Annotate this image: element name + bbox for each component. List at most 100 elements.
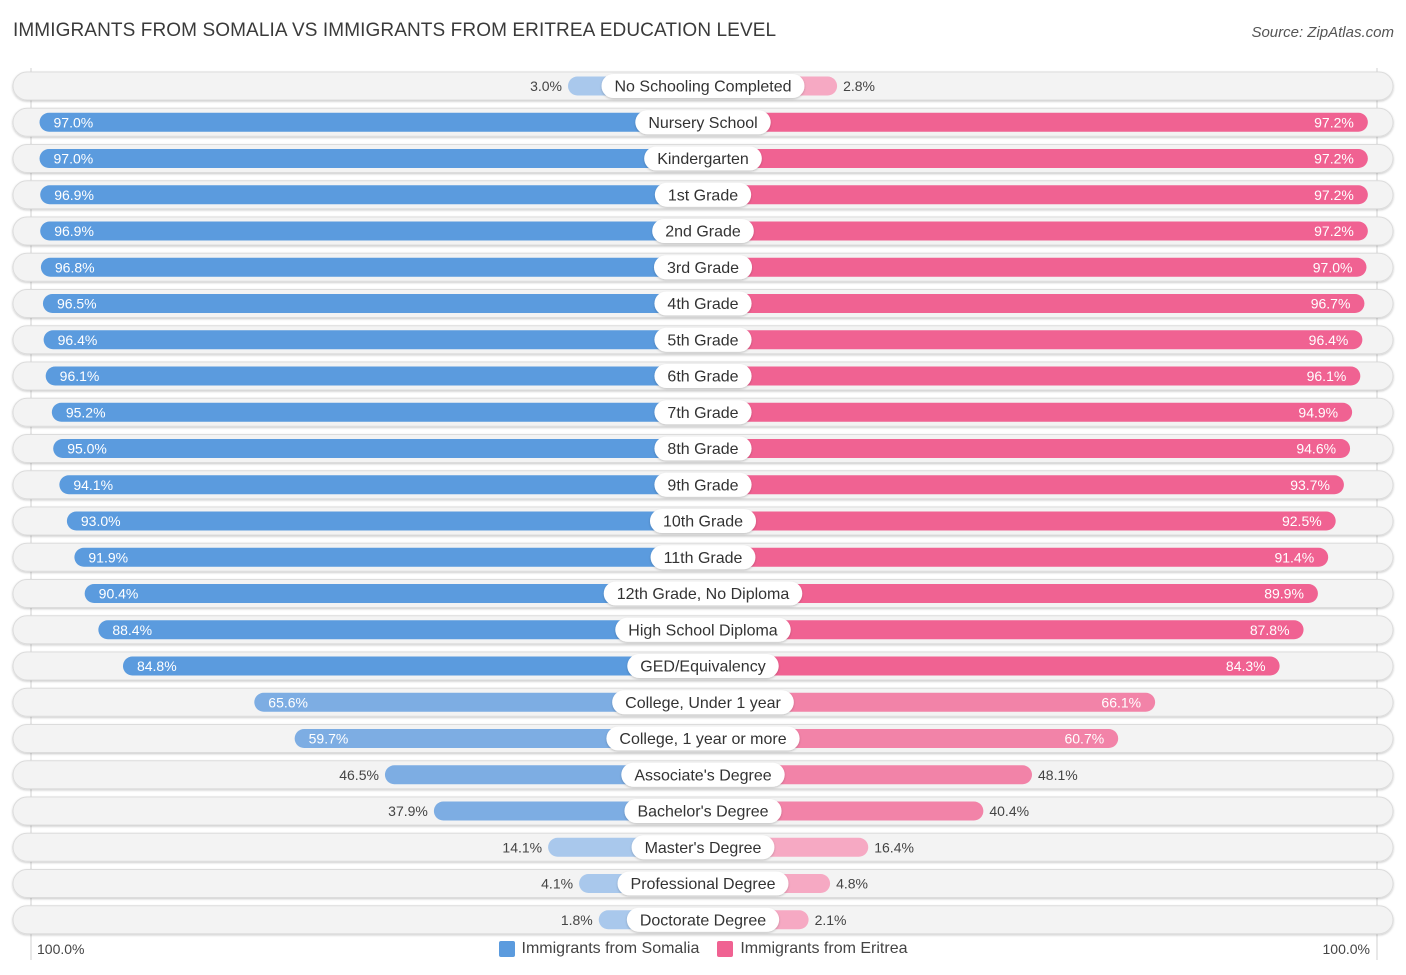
- category-label: Bachelor's Degree: [637, 804, 768, 821]
- bar-row[interactable]: 96.8% 97.0% 3rd Grade: [12, 252, 1394, 282]
- category-label: 11th Grade: [664, 550, 743, 567]
- bar-row[interactable]: 59.7% 60.7% College, 1 year or more: [12, 724, 1394, 753]
- legend-item-eritrea[interactable]: Immigrants from Eritrea: [717, 940, 907, 958]
- category-label: High School Diploma: [628, 622, 778, 639]
- value-label-eritrea: 93.7%: [1290, 477, 1330, 493]
- bar-row[interactable]: 4.1% 4.8% Professional Degree: [12, 869, 1394, 898]
- value-label-somalia: 95.0%: [67, 441, 107, 457]
- bar-eritrea: [703, 402, 1353, 422]
- value-label-eritrea: 60.7%: [1064, 731, 1104, 747]
- value-label-somalia: 37.9%: [388, 803, 428, 819]
- bar-row[interactable]: 14.1% 16.4% Master's Degree: [12, 832, 1394, 862]
- value-label-somalia: 97.0%: [54, 151, 94, 167]
- value-label-eritrea: 87.8%: [1250, 622, 1290, 638]
- category-label: 4th Grade: [667, 296, 738, 313]
- value-label-eritrea: 97.2%: [1314, 151, 1354, 167]
- bar-row[interactable]: 95.0% 94.6% 8th Grade: [12, 434, 1394, 463]
- value-label-somalia: 96.8%: [55, 259, 95, 275]
- bar-row[interactable]: 96.4% 96.4% 5th Grade: [12, 325, 1394, 355]
- bar-somalia: [39, 112, 703, 132]
- bar-somalia: [42, 294, 703, 313]
- value-label-eritrea: 66.1%: [1101, 694, 1141, 710]
- category-label: 12th Grade, No Diploma: [617, 586, 790, 603]
- legend-item-somalia[interactable]: Immigrants from Somalia: [498, 940, 699, 958]
- chart-plot: 3.0% 2.8% No Schooling Completed 97.0% 97.2%…: [12, 68, 1394, 960]
- value-label-somalia: 88.4%: [112, 622, 152, 638]
- value-label-eritrea: 91.4%: [1274, 549, 1314, 565]
- value-label-eritrea: 40.4%: [989, 803, 1029, 819]
- bar-row[interactable]: 96.1% 96.1% 6th Grade: [12, 361, 1394, 391]
- category-label: College, Under 1 year: [625, 695, 781, 712]
- category-label: Professional Degree: [631, 876, 776, 893]
- value-label-eritrea: 16.4%: [874, 839, 914, 855]
- value-label-somalia: 96.5%: [57, 296, 97, 312]
- category-label: 5th Grade: [667, 332, 738, 349]
- bar-eritrea: [703, 620, 1304, 640]
- value-label-somalia: 93.0%: [81, 513, 121, 529]
- value-label-eritrea: 48.1%: [1038, 767, 1078, 783]
- legend: Immigrants from Somalia Immigrants from …: [0, 940, 1406, 958]
- legend-swatch-eritrea: [717, 941, 734, 957]
- bar-somalia: [74, 547, 704, 567]
- value-label-eritrea: 2.8%: [843, 78, 875, 94]
- value-label-somalia: 59.7%: [309, 731, 349, 747]
- bar-somalia: [40, 257, 703, 277]
- bar-eritrea: [703, 257, 1367, 277]
- bar-somalia: [45, 366, 703, 386]
- bar-row[interactable]: 37.9% 40.4% Bachelor's Degree: [12, 796, 1394, 826]
- value-label-somalia: 91.9%: [88, 549, 128, 565]
- value-label-somalia: 96.4%: [58, 332, 98, 348]
- bar-row[interactable]: 84.8% 84.3% GED/Equivalency: [12, 651, 1394, 681]
- category-label: Kindergarten: [657, 151, 749, 168]
- category-label: Nursery School: [648, 115, 757, 132]
- bar-row[interactable]: 95.2% 94.9% 7th Grade: [12, 397, 1394, 427]
- value-label-eritrea: 94.6%: [1296, 441, 1336, 457]
- value-label-somalia: 96.1%: [60, 368, 100, 384]
- bar-eritrea: [703, 439, 1351, 458]
- value-label-somalia: 4.1%: [541, 876, 573, 892]
- value-label-eritrea: 97.2%: [1314, 223, 1354, 239]
- value-label-somalia: 94.1%: [73, 477, 113, 493]
- bar-row[interactable]: 96.9% 97.2% 1st Grade: [12, 180, 1394, 210]
- bar-eritrea: [703, 112, 1368, 132]
- category-label: Doctorate Degree: [640, 912, 766, 929]
- value-label-eritrea: 96.4%: [1309, 332, 1349, 348]
- bar-eritrea: [703, 547, 1329, 567]
- value-label-somalia: 90.4%: [99, 586, 139, 602]
- bar-row[interactable]: 46.5% 48.1% Associate's Degree: [12, 760, 1394, 790]
- value-label-eritrea: 89.9%: [1264, 586, 1304, 602]
- bar-row[interactable]: 97.0% 97.2% Kindergarten: [12, 144, 1394, 173]
- bar-row[interactable]: 1.8% 2.1% Doctorate Degree: [12, 905, 1394, 935]
- bar-row[interactable]: 88.4% 87.8% High School Diploma: [12, 615, 1394, 645]
- category-label: 7th Grade: [667, 405, 738, 422]
- value-label-eritrea: 92.5%: [1282, 513, 1322, 529]
- value-label-somalia: 65.6%: [268, 694, 308, 710]
- category-label: 2nd Grade: [665, 224, 741, 241]
- bar-somalia: [53, 439, 703, 458]
- bar-eritrea: [703, 185, 1368, 205]
- bar-row[interactable]: 96.5% 96.7% 4th Grade: [12, 289, 1394, 318]
- value-label-somalia: 96.9%: [54, 187, 94, 203]
- legend-swatch-somalia: [498, 941, 515, 957]
- value-label-eritrea: 97.2%: [1314, 187, 1354, 203]
- bar-somalia: [40, 221, 704, 241]
- value-label-eritrea: 97.2%: [1314, 114, 1354, 130]
- bar-eritrea: [703, 221, 1368, 241]
- category-label: Master's Degree: [645, 840, 762, 857]
- value-label-somalia: 46.5%: [339, 767, 379, 783]
- bar-row[interactable]: 91.9% 91.4% 11th Grade: [12, 542, 1394, 572]
- value-label-eritrea: 94.9%: [1298, 404, 1338, 420]
- bar-row[interactable]: 3.0% 2.8% No Schooling Completed: [12, 71, 1394, 101]
- bar-row[interactable]: 96.9% 97.2% 2nd Grade: [12, 216, 1394, 246]
- bar-row[interactable]: 93.0% 92.5% 10th Grade: [12, 506, 1394, 536]
- bar-row[interactable]: 94.1% 93.7% 9th Grade: [12, 470, 1394, 500]
- legend-label-eritrea: Immigrants from Eritrea: [740, 940, 908, 957]
- bar-row[interactable]: 65.6% 66.1% College, Under 1 year: [12, 687, 1394, 717]
- category-label: 10th Grade: [663, 514, 743, 531]
- bar-row[interactable]: 97.0% 97.2% Nursery School: [12, 107, 1394, 137]
- category-label: No Schooling Completed: [615, 79, 792, 96]
- bar-row[interactable]: 90.4% 89.9% 12th Grade, No Diploma: [12, 579, 1394, 608]
- category-label: Associate's Degree: [634, 767, 771, 784]
- bar-somalia: [122, 656, 703, 676]
- value-label-eritrea: 97.0%: [1313, 259, 1353, 275]
